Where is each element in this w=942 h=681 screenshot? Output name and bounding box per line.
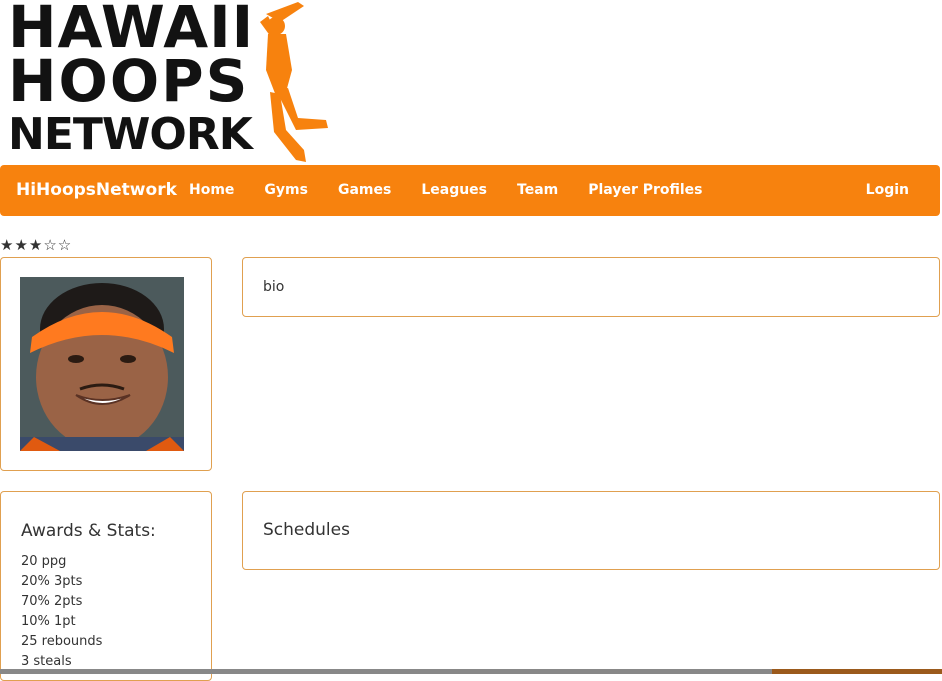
stat-item: 20 ppg [21, 554, 67, 569]
logo-line-hawaii: HAWAII [8, 0, 255, 61]
nav-team[interactable]: Team [502, 165, 573, 216]
awards-stats-panel: Awards & Stats: 20 ppg 20% 3pts 70% 2pts… [0, 491, 212, 681]
navbar-brand[interactable]: HiHoopsNetwork [16, 165, 177, 216]
player-photo-panel [0, 257, 212, 471]
logo-line-network: NETWORK [8, 109, 253, 160]
bio-panel: bio [242, 257, 940, 317]
nav-gyms[interactable]: Gyms [249, 165, 323, 216]
bottom-edge-accent [772, 669, 942, 674]
nav-links: Home Gyms Games Leagues Team Player Prof… [174, 165, 718, 216]
nav-player-profiles[interactable]: Player Profiles [573, 165, 717, 216]
bottom-scroll-edge [0, 669, 942, 674]
star-rating[interactable]: ★★★☆☆ [0, 236, 72, 254]
stat-item: 25 rebounds [21, 634, 103, 649]
nav-home[interactable]: Home [174, 165, 249, 216]
basketball-player-icon [260, 2, 328, 162]
stat-item: 20% 3pts [21, 574, 83, 589]
logo-line-hoops: HOOPS [8, 47, 250, 115]
stats-list: 20 ppg 20% 3pts 70% 2pts 10% 1pt 25 rebo… [21, 552, 102, 672]
main-navbar: HiHoopsNetwork Home Gyms Games Leagues T… [0, 165, 940, 216]
site-logo[interactable]: HAWAII HOOPS NETWORK [6, 0, 336, 162]
nav-leagues[interactable]: Leagues [406, 165, 502, 216]
login-link[interactable]: Login [866, 165, 909, 216]
schedules-panel: Schedules [242, 491, 940, 570]
schedules-heading: Schedules [263, 520, 350, 540]
stat-item: 10% 1pt [21, 614, 76, 629]
player-photo [20, 277, 184, 451]
logo-wordmark: HAWAII HOOPS NETWORK [8, 0, 254, 162]
nav-games[interactable]: Games [323, 165, 406, 216]
awards-stats-heading: Awards & Stats: [21, 521, 156, 541]
stat-item: 70% 2pts [21, 594, 83, 609]
bio-text: bio [263, 279, 285, 295]
